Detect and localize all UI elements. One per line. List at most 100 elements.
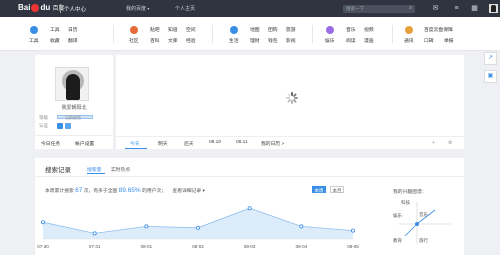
my-calendar-link[interactable]: 我的日历 > — [261, 140, 284, 147]
add-icon[interactable]: + — [432, 140, 435, 146]
x-tick-label: 08-05 — [347, 244, 359, 249]
baidu-logo[interactable]: Bai du 百度 — [18, 3, 64, 12]
service-link[interactable]: 文库 — [168, 37, 178, 44]
service-link[interactable]: 知道 — [168, 26, 178, 33]
data-point[interactable] — [299, 224, 304, 229]
community-icon[interactable] — [130, 26, 138, 34]
toggle-week[interactable]: 本周 — [312, 186, 326, 193]
entertainment-icon[interactable] — [326, 26, 334, 34]
service-comm-label[interactable]: 通讯 — [404, 37, 414, 44]
date-tab[interactable]: 08.10 — [209, 140, 221, 145]
profile-name[interactable]: 我爱朝阳北 — [35, 104, 113, 111]
service-link[interactable]: 收藏 — [50, 37, 60, 44]
paw-icon — [31, 3, 40, 12]
interest-label: 科技 — [401, 200, 410, 205]
logo-cn: 百度 — [52, 6, 65, 12]
logo-text-2: du — [40, 3, 51, 12]
search-input[interactable]: 搜索一下 ⌕ — [343, 5, 415, 13]
toggle-month[interactable]: 本月 — [330, 186, 344, 193]
service-link[interactable]: 百度云盘保障 — [424, 26, 453, 33]
x-tick-label: 07-30 — [37, 244, 49, 249]
date-tab[interactable]: 明天 — [158, 140, 168, 147]
tools-icon[interactable] — [30, 26, 38, 34]
avatar-silhouette — [66, 74, 80, 100]
x-tick-label: 08-02 — [192, 244, 204, 249]
service-link[interactable]: 团购 — [268, 26, 278, 33]
service-link[interactable]: 口碑 — [424, 37, 434, 44]
data-point[interactable] — [144, 224, 149, 229]
service-link[interactable]: 贴吧 — [150, 26, 160, 33]
date-tab[interactable]: 后天 — [184, 140, 194, 147]
service-link[interactable]: 百科 — [150, 37, 160, 44]
service-link[interactable]: 旅游 — [286, 26, 296, 33]
service-link[interactable]: 翻译 — [68, 37, 78, 44]
avatar[interactable] — [489, 4, 498, 13]
service-link[interactable]: 工具 — [50, 26, 60, 33]
divider — [392, 25, 393, 43]
logo-divider — [60, 4, 61, 13]
account-settings-link[interactable]: 帐户设置 — [75, 140, 94, 147]
interest-label: 教育 — [393, 238, 402, 243]
x-tick-label: 08-04 — [296, 244, 308, 249]
section-title: 个人中心 — [64, 7, 87, 13]
nav-my-baidu[interactable]: 我的百度 ▾ — [126, 5, 149, 12]
calendar-feed: 今天 明天 后天 08.10 08.11 我的日历 > + ⚙ — [116, 55, 464, 149]
service-link[interactable]: 空间 — [186, 26, 196, 33]
data-point[interactable] — [41, 220, 46, 225]
life-icon[interactable] — [230, 26, 238, 34]
x-tick-label: 08-03 — [244, 244, 256, 249]
service-link[interactable]: 举报 — [444, 37, 454, 44]
active-date-indicator — [125, 148, 147, 149]
service-link[interactable]: 影视 — [286, 37, 296, 44]
cert-badge-icon[interactable] — [57, 123, 63, 129]
date-tab[interactable]: 今天 — [130, 140, 140, 147]
service-bar: 工具 工具 收藏 日历 翻译 社区 贴吧 知道 空间 百科 文库 经验 生活 地… — [0, 17, 500, 51]
x-tick-label: 07-31 — [89, 244, 101, 249]
service-link[interactable]: 地图 — [250, 26, 260, 33]
chart-area — [43, 208, 353, 239]
service-tools-label[interactable]: 工具 — [29, 37, 39, 44]
service-link[interactable]: 漫画 — [364, 37, 374, 44]
date-tab[interactable]: 08.11 — [236, 140, 248, 145]
cert-label: 认证 — [39, 123, 48, 128]
service-community-label[interactable]: 社区 — [129, 37, 139, 44]
service-link[interactable]: 音乐 — [346, 26, 356, 33]
service-life-label[interactable]: 生活 — [229, 37, 239, 44]
interest-map-title: 我的兴趣图谱： — [393, 190, 427, 195]
menu-icon[interactable]: ≡ — [452, 4, 461, 13]
search-icon[interactable]: ⌕ — [409, 5, 412, 11]
tab-search-volume[interactable]: 搜索量 — [87, 166, 101, 173]
share-icon[interactable]: ↗ — [484, 52, 497, 65]
grid-icon[interactable]: ▦ — [470, 4, 479, 13]
service-link[interactable]: 日历 — [68, 26, 78, 33]
data-point[interactable] — [247, 206, 252, 211]
interest-label: 娱乐 — [393, 213, 402, 218]
logo-text: Bai — [18, 3, 31, 12]
divider — [113, 25, 114, 43]
data-point[interactable] — [350, 228, 355, 233]
gear-icon[interactable]: ⚙ — [448, 140, 452, 146]
nav-homepage[interactable]: 个人主页 — [175, 5, 195, 12]
daily-task-link[interactable]: 今日任务 — [41, 140, 60, 147]
data-point[interactable] — [195, 225, 200, 230]
service-link[interactable]: 经验 — [186, 37, 196, 44]
service-link[interactable]: 理财 — [250, 37, 260, 44]
top-bar: Bai du 百度 个人中心 我的百度 ▾ 个人主页 搜索一下 ⌕ ✉ ≡ ▦ — [0, 0, 500, 17]
search-trend-chart: 07-30 07-31 08-01 08-02 08-03 08-04 08-05 — [37, 206, 359, 249]
x-tick-label: 08-01 — [141, 244, 153, 249]
data-point[interactable] — [92, 231, 97, 236]
search-placeholder: 搜索一下 — [346, 6, 364, 11]
phone-badge-icon[interactable] — [65, 123, 71, 129]
tab-realtime-hot[interactable]: 实时热点 — [111, 166, 130, 173]
service-entertainment-label[interactable]: 娱乐 — [325, 37, 335, 44]
date-bar: 今天 明天 后天 08.10 08.11 我的日历 > + ⚙ — [116, 136, 464, 149]
service-link[interactable]: 视频 — [364, 26, 374, 33]
qr-icon[interactable]: ▣ — [484, 70, 497, 83]
interest-label: 音乐 — [419, 212, 428, 217]
shield-icon[interactable] — [405, 26, 413, 34]
service-link[interactable]: 阅读 — [346, 37, 356, 44]
profile-footer: 今日任务 帐户设置 — [35, 135, 113, 149]
service-link[interactable]: 钱包 — [268, 37, 278, 44]
mail-icon[interactable]: ✉ — [431, 4, 440, 13]
profile-avatar[interactable] — [55, 67, 89, 101]
